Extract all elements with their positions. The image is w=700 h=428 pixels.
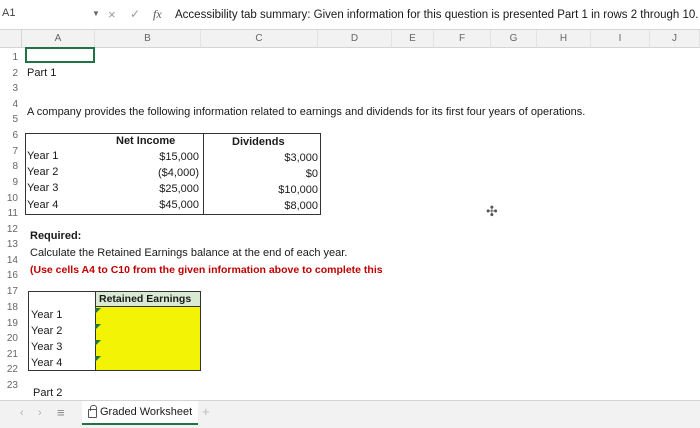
column-header-i[interactable]: I — [591, 30, 650, 48]
row-header-22[interactable]: 22 — [0, 362, 22, 378]
fx-icon[interactable]: fx — [153, 7, 162, 22]
row-header-23[interactable]: 23 — [0, 378, 22, 394]
sheet-tab-label: Graded Worksheet — [100, 406, 193, 418]
chevron-down-icon[interactable]: ▼ — [92, 9, 100, 18]
lock-icon — [88, 405, 97, 418]
row-header-7[interactable]: 7 — [0, 144, 22, 160]
row-header-2[interactable]: 2 — [0, 66, 22, 82]
column-header-b[interactable]: B — [95, 30, 201, 48]
row-header-14[interactable]: 14 — [0, 253, 22, 269]
cell-dv1[interactable]: $3,000 — [240, 151, 318, 166]
cell-part2[interactable]: Part 2 — [33, 386, 62, 401]
column-header-c[interactable]: C — [201, 30, 318, 48]
header-dividends[interactable]: Dividends — [232, 135, 285, 150]
next-sheet-icon[interactable]: › — [38, 407, 42, 419]
row-header-8[interactable]: 8 — [0, 159, 22, 175]
row-header-18[interactable]: 18 — [0, 300, 22, 316]
cell-part1[interactable]: Part 1 — [27, 66, 56, 81]
row-header-6[interactable]: 6 — [0, 128, 22, 144]
row-header-13[interactable]: 13 — [0, 237, 22, 253]
cancel-icon[interactable]: × — [108, 7, 116, 22]
error-indicator-icon — [95, 340, 101, 346]
cell-ni4[interactable]: $45,000 — [120, 198, 199, 213]
row-header-17[interactable]: 17 — [0, 284, 22, 300]
column-header-a[interactable]: A — [22, 30, 95, 48]
column-header-e[interactable]: E — [392, 30, 434, 48]
column-header-j[interactable]: J — [650, 30, 700, 48]
header-net-income[interactable]: Net Income — [116, 134, 175, 149]
row-header-9[interactable]: 9 — [0, 175, 22, 191]
cell-ni3[interactable]: $25,000 — [120, 182, 199, 197]
select-all-corner[interactable] — [0, 30, 22, 48]
row-header-4[interactable]: 4 — [0, 97, 22, 113]
error-indicator-icon — [95, 308, 101, 314]
cell-year2[interactable]: Year 2 — [27, 165, 58, 180]
error-indicator-icon — [95, 356, 101, 362]
prev-sheet-icon[interactable]: ‹ — [20, 407, 24, 419]
row-header-5[interactable]: 5 — [0, 112, 22, 128]
row-header-1[interactable]: 1 — [0, 50, 22, 66]
cell-re-year4[interactable]: Year 4 — [31, 356, 62, 371]
column-header-f[interactable]: F — [434, 30, 491, 48]
column-header-g[interactable]: G — [491, 30, 537, 48]
cell-cursor-icon: ✣ — [486, 203, 498, 219]
formula-bar: A1 ▼ × ✓ fx Accessibility tab summary: G… — [0, 0, 700, 30]
cell-intro[interactable]: A company provides the following informa… — [27, 105, 585, 120]
cell-dv3[interactable]: $10,000 — [240, 183, 318, 198]
cell-year1[interactable]: Year 1 — [27, 149, 58, 164]
cell-re-year1[interactable]: Year 1 — [31, 308, 62, 323]
cell-re-year3[interactable]: Year 3 — [31, 340, 62, 355]
table-divider — [203, 133, 204, 215]
cell-dv4[interactable]: $8,000 — [240, 199, 318, 214]
error-indicator-icon — [95, 324, 101, 330]
row-header-19[interactable]: 19 — [0, 316, 22, 332]
row-header-21[interactable]: 21 — [0, 347, 22, 363]
row-header-16[interactable]: 16 — [0, 268, 22, 284]
row-header-20[interactable]: 20 — [0, 331, 22, 347]
cell-ni1[interactable]: $15,000 — [120, 150, 199, 165]
selected-cell-a1[interactable] — [25, 47, 95, 63]
cell-required[interactable]: Required: — [30, 229, 81, 244]
cell-year4[interactable]: Year 4 — [27, 198, 58, 213]
sheet-tab-graded-worksheet[interactable]: Graded Worksheet — [82, 401, 199, 425]
sheet-menu-icon[interactable]: ≡ — [57, 405, 65, 420]
header-retained-earnings[interactable]: Retained Earnings — [99, 292, 191, 307]
row-header-3[interactable]: 3 — [0, 81, 22, 97]
cell-calc[interactable]: Calculate the Retained Earnings balance … — [30, 246, 347, 261]
cell-year3[interactable]: Year 3 — [27, 181, 58, 196]
row-header-11[interactable]: 11 — [0, 206, 22, 222]
cell-re-year2[interactable]: Year 2 — [31, 324, 62, 339]
formula-input[interactable]: Accessibility tab summary: Given informa… — [175, 9, 700, 21]
name-box[interactable]: A1 — [0, 7, 62, 25]
enter-check-icon[interactable]: ✓ — [130, 7, 140, 21]
column-header-d[interactable]: D — [318, 30, 392, 48]
cell-dv2[interactable]: $0 — [240, 167, 318, 182]
row-header-12[interactable]: 12 — [0, 222, 22, 238]
cell-ni2[interactable]: ($4,000) — [120, 166, 199, 181]
add-sheet-icon[interactable]: + — [202, 404, 210, 419]
retained-earnings-input-range[interactable] — [95, 307, 201, 371]
row-header-10[interactable]: 10 — [0, 191, 22, 207]
cell-use-cells[interactable]: (Use cells A4 to C10 from the given info… — [30, 263, 383, 278]
column-header-h[interactable]: H — [537, 30, 591, 48]
sheet-tab-bar: ‹ › ≡ Graded Worksheet + — [0, 400, 700, 428]
